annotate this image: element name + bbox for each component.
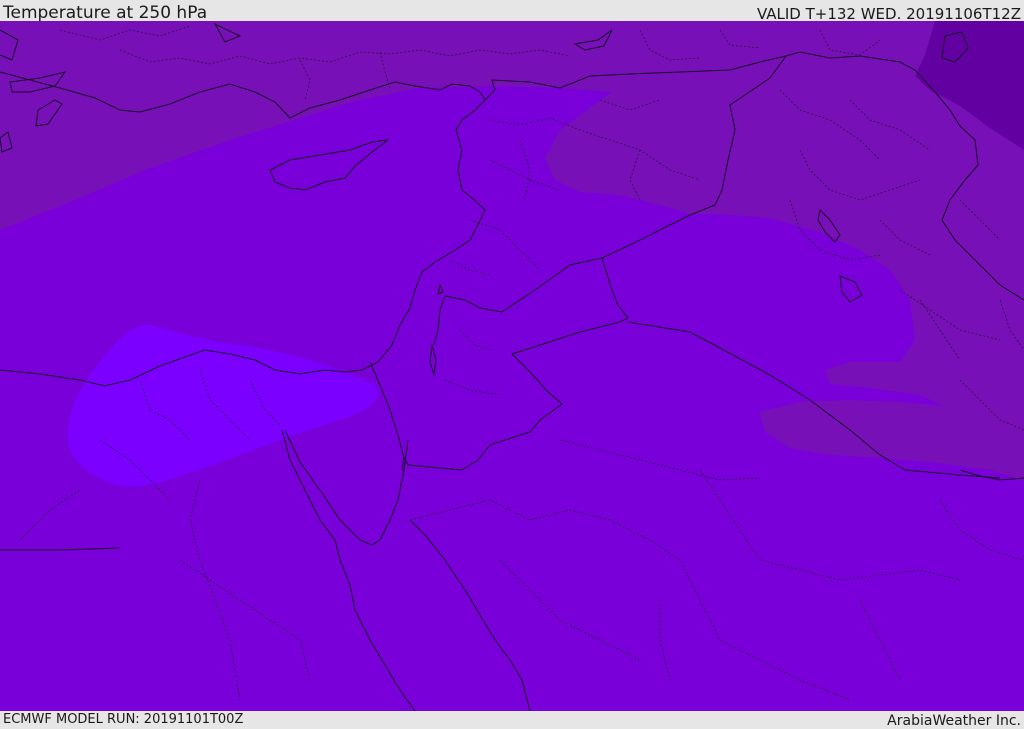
credit-label: ArabiaWeather Inc. (887, 713, 1021, 729)
header-bar: Temperature at 250 hPa VALID T+132 WED. … (0, 0, 1024, 23)
forecast-map-frame: Temperature at 250 hPa VALID T+132 WED. … (0, 0, 1024, 729)
model-run-label: ECMWF MODEL RUN: 20191101T00Z (3, 712, 244, 727)
map-title: Temperature at 250 hPa (3, 3, 208, 23)
footer-bar: ECMWF MODEL RUN: 20191101T00Z ArabiaWeat… (0, 711, 1024, 729)
temperature-map (0, 21, 1024, 711)
